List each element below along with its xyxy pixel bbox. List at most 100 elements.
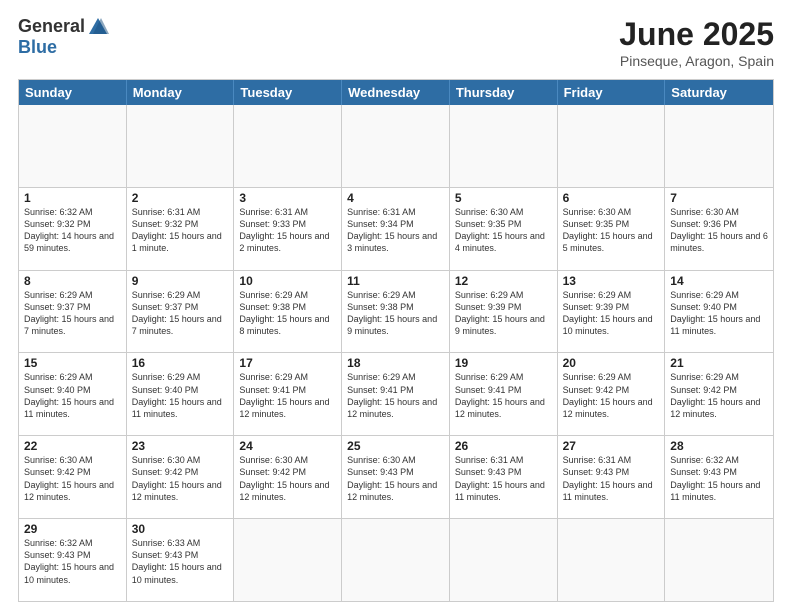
cell-info: Sunrise: 6:29 AM Sunset: 9:39 PM Dayligh…	[563, 290, 653, 336]
title-block: June 2025 Pinseque, Aragon, Spain	[619, 16, 774, 69]
calendar-cell-4-4: 26Sunrise: 6:31 AM Sunset: 9:43 PM Dayli…	[450, 436, 558, 518]
calendar-header: SundayMondayTuesdayWednesdayThursdayFrid…	[19, 80, 773, 105]
calendar-cell-0-5	[558, 105, 666, 187]
calendar-cell-2-1: 9 Sunrise: 6:29 AM Sunset: 9:37 PM Daylig…	[127, 271, 235, 353]
calendar-cell-3-2: 17Sunrise: 6:29 AM Sunset: 9:41 PM Dayli…	[234, 353, 342, 435]
calendar-cell-5-2	[234, 519, 342, 601]
day-number: 11	[347, 274, 444, 288]
day-number: 2	[132, 191, 229, 205]
cell-info: Sunrise: 6:30 AM Sunset: 9:35 PM Dayligh…	[455, 207, 545, 253]
cell-info: Sunrise: 6:29 AM Sunset: 9:37 PM Dayligh…	[24, 290, 114, 336]
calendar-cell-0-1	[127, 105, 235, 187]
cell-info: Sunrise: 6:29 AM Sunset: 9:40 PM Dayligh…	[24, 372, 114, 418]
calendar-cell-5-4	[450, 519, 558, 601]
cell-info: Sunrise: 6:32 AM Sunset: 9:32 PM Dayligh…	[24, 207, 114, 253]
calendar-body: 1 Sunrise: 6:32 AM Sunset: 9:32 PM Daylig…	[19, 105, 773, 601]
header-day-thursday: Thursday	[450, 80, 558, 105]
day-number: 4	[347, 191, 444, 205]
cell-info: Sunrise: 6:29 AM Sunset: 9:41 PM Dayligh…	[239, 372, 329, 418]
cell-info: Sunrise: 6:31 AM Sunset: 9:43 PM Dayligh…	[563, 455, 653, 501]
logo-icon	[87, 16, 109, 38]
day-number: 10	[239, 274, 336, 288]
day-number: 5	[455, 191, 552, 205]
calendar-cell-2-3: 11 Sunrise: 6:29 AM Sunset: 9:38 PM Dayli…	[342, 271, 450, 353]
calendar-cell-3-1: 16 Sunrise: 6:29 AM Sunset: 9:40 PM Dayli…	[127, 353, 235, 435]
calendar: SundayMondayTuesdayWednesdayThursdayFrid…	[18, 79, 774, 602]
calendar-cell-1-5: 6Sunrise: 6:30 AM Sunset: 9:35 PM Daylig…	[558, 188, 666, 270]
page: General Blue June 2025 Pinseque, Aragon,…	[0, 0, 792, 612]
day-number: 8	[24, 274, 121, 288]
cell-info: Sunrise: 6:29 AM Sunset: 9:38 PM Dayligh…	[239, 290, 329, 336]
calendar-cell-0-2	[234, 105, 342, 187]
calendar-cell-2-2: 10 Sunrise: 6:29 AM Sunset: 9:38 PM Dayli…	[234, 271, 342, 353]
calendar-cell-3-5: 20Sunrise: 6:29 AM Sunset: 9:42 PM Dayli…	[558, 353, 666, 435]
day-number: 12	[455, 274, 552, 288]
day-number: 24	[239, 439, 336, 453]
calendar-cell-2-5: 13 Sunrise: 6:29 AM Sunset: 9:39 PM Dayli…	[558, 271, 666, 353]
cell-info: Sunrise: 6:29 AM Sunset: 9:41 PM Dayligh…	[347, 372, 437, 418]
day-number: 6	[563, 191, 660, 205]
logo-blue: Blue	[18, 38, 109, 58]
header-day-friday: Friday	[558, 80, 666, 105]
calendar-cell-5-1: 30 Sunrise: 6:33 AM Sunset: 9:43 PM Dayli…	[127, 519, 235, 601]
cell-info: Sunrise: 6:33 AM Sunset: 9:43 PM Dayligh…	[132, 538, 222, 584]
header-day-saturday: Saturday	[665, 80, 773, 105]
day-number: 25	[347, 439, 444, 453]
cell-info: Sunrise: 6:29 AM Sunset: 9:38 PM Dayligh…	[347, 290, 437, 336]
calendar-cell-2-6: 14 Sunrise: 6:29 AM Sunset: 9:40 PM Dayli…	[665, 271, 773, 353]
logo: General Blue	[18, 16, 109, 58]
calendar-cell-1-2: 3 Sunrise: 6:31 AM Sunset: 9:33 PM Daylig…	[234, 188, 342, 270]
cell-info: Sunrise: 6:30 AM Sunset: 9:43 PM Dayligh…	[347, 455, 437, 501]
cell-info: Sunrise: 6:29 AM Sunset: 9:39 PM Dayligh…	[455, 290, 545, 336]
day-number: 16	[132, 356, 229, 370]
day-number: 27	[563, 439, 660, 453]
header-day-wednesday: Wednesday	[342, 80, 450, 105]
day-number: 15	[24, 356, 121, 370]
day-number: 7	[670, 191, 768, 205]
calendar-cell-2-0: 8 Sunrise: 6:29 AM Sunset: 9:37 PM Daylig…	[19, 271, 127, 353]
calendar-row-4: 22 Sunrise: 6:30 AM Sunset: 9:42 PM Dayli…	[19, 435, 773, 518]
cell-info: Sunrise: 6:31 AM Sunset: 9:34 PM Dayligh…	[347, 207, 437, 253]
day-number: 1	[24, 191, 121, 205]
calendar-cell-4-3: 25 Sunrise: 6:30 AM Sunset: 9:43 PM Dayli…	[342, 436, 450, 518]
day-number: 3	[239, 191, 336, 205]
calendar-cell-5-3	[342, 519, 450, 601]
day-number: 23	[132, 439, 229, 453]
calendar-cell-1-0: 1 Sunrise: 6:32 AM Sunset: 9:32 PM Daylig…	[19, 188, 127, 270]
header: General Blue June 2025 Pinseque, Aragon,…	[18, 16, 774, 69]
header-day-tuesday: Tuesday	[234, 80, 342, 105]
calendar-cell-4-2: 24Sunrise: 6:30 AM Sunset: 9:42 PM Dayli…	[234, 436, 342, 518]
day-number: 19	[455, 356, 552, 370]
cell-info: Sunrise: 6:29 AM Sunset: 9:42 PM Dayligh…	[670, 372, 760, 418]
day-number: 9	[132, 274, 229, 288]
calendar-cell-0-4	[450, 105, 558, 187]
day-number: 26	[455, 439, 552, 453]
cell-info: Sunrise: 6:30 AM Sunset: 9:36 PM Dayligh…	[670, 207, 768, 253]
cell-info: Sunrise: 6:32 AM Sunset: 9:43 PM Dayligh…	[24, 538, 114, 584]
day-number: 13	[563, 274, 660, 288]
calendar-cell-1-3: 4 Sunrise: 6:31 AM Sunset: 9:34 PM Daylig…	[342, 188, 450, 270]
logo-general: General	[18, 17, 85, 37]
day-number: 30	[132, 522, 229, 536]
cell-info: Sunrise: 6:32 AM Sunset: 9:43 PM Dayligh…	[670, 455, 760, 501]
calendar-row-1: 1 Sunrise: 6:32 AM Sunset: 9:32 PM Daylig…	[19, 187, 773, 270]
subtitle: Pinseque, Aragon, Spain	[619, 53, 774, 69]
cell-info: Sunrise: 6:30 AM Sunset: 9:42 PM Dayligh…	[24, 455, 114, 501]
calendar-cell-0-3	[342, 105, 450, 187]
header-day-sunday: Sunday	[19, 80, 127, 105]
calendar-cell-3-6: 21Sunrise: 6:29 AM Sunset: 9:42 PM Dayli…	[665, 353, 773, 435]
calendar-row-0	[19, 105, 773, 187]
calendar-cell-3-3: 18 Sunrise: 6:29 AM Sunset: 9:41 PM Dayli…	[342, 353, 450, 435]
cell-info: Sunrise: 6:29 AM Sunset: 9:37 PM Dayligh…	[132, 290, 222, 336]
cell-info: Sunrise: 6:31 AM Sunset: 9:33 PM Dayligh…	[239, 207, 329, 253]
cell-info: Sunrise: 6:29 AM Sunset: 9:40 PM Dayligh…	[132, 372, 222, 418]
day-number: 22	[24, 439, 121, 453]
header-day-monday: Monday	[127, 80, 235, 105]
cell-info: Sunrise: 6:29 AM Sunset: 9:40 PM Dayligh…	[670, 290, 760, 336]
cell-info: Sunrise: 6:30 AM Sunset: 9:42 PM Dayligh…	[132, 455, 222, 501]
day-number: 18	[347, 356, 444, 370]
calendar-cell-4-5: 27 Sunrise: 6:31 AM Sunset: 9:43 PM Dayli…	[558, 436, 666, 518]
day-number: 14	[670, 274, 768, 288]
calendar-cell-5-0: 29Sunrise: 6:32 AM Sunset: 9:43 PM Dayli…	[19, 519, 127, 601]
calendar-cell-3-0: 15 Sunrise: 6:29 AM Sunset: 9:40 PM Dayli…	[19, 353, 127, 435]
